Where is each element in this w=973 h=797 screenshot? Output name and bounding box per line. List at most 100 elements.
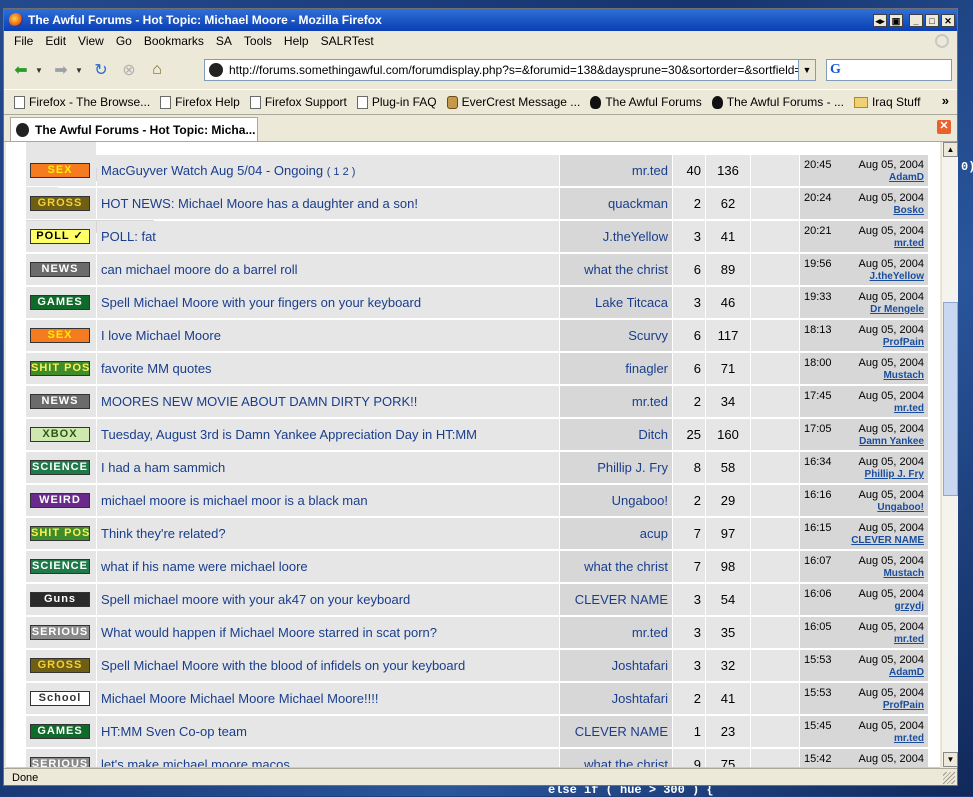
home-icon[interactable]: ⌂ — [146, 59, 168, 81]
url-dropdown-icon[interactable]: ▼ — [798, 60, 815, 80]
bookmark-item[interactable]: The Awful Forums - ... — [711, 95, 844, 109]
scroll-thumb[interactable] — [943, 302, 958, 496]
close-button[interactable]: ✕ — [941, 13, 955, 27]
thread-title-link[interactable]: I had a ham sammich — [101, 460, 225, 475]
vertical-scrollbar[interactable]: ▲ ▼ — [941, 142, 958, 767]
address-bar[interactable]: http://forums.somethingawful.com/forumdi… — [204, 59, 816, 81]
last-poster-link[interactable]: Phillip J. Fry — [865, 469, 924, 480]
last-poster-link[interactable]: ProfPain — [883, 700, 924, 711]
scroll-down-icon[interactable]: ▼ — [943, 752, 958, 767]
last-poster-link[interactable]: Damn Yankee — [859, 436, 924, 447]
thread-author[interactable]: quackman — [608, 196, 668, 211]
thread-title-link[interactable]: HOT NEWS: Michael Moore has a daughter a… — [101, 196, 418, 211]
thread-author[interactable]: acup — [640, 526, 668, 541]
bookmark-item[interactable]: Firefox Help — [160, 95, 240, 109]
thread-title-link[interactable]: Spell michael moore with your ak47 on yo… — [101, 592, 410, 607]
last-poster-link[interactable]: mr.ted — [894, 634, 924, 645]
thread-author[interactable]: what the christ — [584, 757, 668, 767]
last-poster-link[interactable]: mr.ted — [894, 238, 924, 249]
bookmark-item[interactable]: Plug-in FAQ — [356, 95, 437, 109]
thread-title-link[interactable]: can michael moore do a barrel roll — [101, 262, 298, 277]
thread-title-link[interactable]: HT:MM Sven Co-op team — [101, 724, 247, 739]
thread-author[interactable]: Ditch — [638, 427, 668, 442]
thread-title-link[interactable]: michael moore is michael moor is a black… — [101, 493, 368, 508]
thread-title-link[interactable]: Michael Moore Michael Moore Michael Moor… — [101, 691, 378, 706]
back-dropdown-icon[interactable]: ▼ — [34, 59, 44, 81]
last-poster-link[interactable]: Ungaboo! — [877, 502, 924, 513]
thread-title-link[interactable]: I love Michael Moore — [101, 328, 221, 343]
menu-edit[interactable]: Edit — [45, 34, 66, 48]
thread-title-link[interactable]: Tuesday, August 3rd is Damn Yankee Appre… — [101, 427, 477, 442]
thread-title-link[interactable]: Spell Michael Moore with your fingers on… — [101, 295, 421, 310]
last-poster-link[interactable]: CLEVER NAME — [851, 535, 924, 546]
thread-author[interactable]: what the christ — [584, 559, 668, 574]
resize-grip-icon[interactable] — [943, 772, 955, 784]
thread-title-link[interactable]: MOORES NEW MOVIE ABOUT DAMN DIRTY PORK!! — [101, 394, 417, 409]
thread-title-link[interactable]: what if his name were michael loore — [101, 559, 308, 574]
thread-author[interactable]: mr.ted — [632, 625, 668, 640]
back-arrow-icon[interactable]: ⬅ — [10, 59, 32, 81]
thread-title-link[interactable]: favorite MM quotes — [101, 361, 212, 376]
thread-title-link[interactable]: What would happen if Michael Moore starr… — [101, 625, 437, 640]
menu-salrtest[interactable]: SALRTest — [321, 34, 374, 48]
title-bar[interactable]: The Awful Forums - Hot Topic: Michael Mo… — [4, 9, 957, 31]
maximize-button[interactable]: □ — [925, 13, 939, 27]
thread-author[interactable]: Joshtafari — [612, 691, 668, 706]
forward-dropdown-icon[interactable]: ▼ — [74, 59, 84, 81]
thread-title-link[interactable]: POLL: fat — [101, 229, 156, 244]
stop-icon[interactable]: ⊗ — [118, 59, 140, 81]
tab-awful-forums[interactable]: The Awful Forums - Hot Topic: Micha... — [10, 117, 258, 141]
thread-author[interactable]: CLEVER NAME — [575, 724, 668, 739]
thread-pages[interactable]: ( 1 2 ) — [327, 166, 356, 178]
bookmark-item[interactable]: Firefox Support — [249, 95, 347, 109]
last-poster-link[interactable]: AdamD — [889, 667, 924, 678]
search-box[interactable]: G — [826, 59, 952, 81]
thread-author[interactable]: finagler — [625, 361, 668, 376]
bookmark-item[interactable]: Iraq Stuff — [853, 95, 920, 109]
last-poster-link[interactable]: Mustach — [883, 568, 924, 579]
scroll-up-icon[interactable]: ▲ — [943, 142, 958, 157]
thread-author[interactable]: Ungaboo! — [612, 493, 668, 508]
bookmarks-overflow-icon[interactable]: » — [942, 93, 949, 108]
thread-author[interactable]: Scurvy — [628, 328, 668, 343]
thread-author[interactable]: CLEVER NAME — [575, 592, 668, 607]
last-poster-link[interactable]: AdamD — [889, 172, 924, 183]
last-poster-link[interactable]: Mustach — [883, 370, 924, 381]
last-poster-link[interactable]: mr.ted — [894, 403, 924, 414]
menu-help[interactable]: Help — [284, 34, 309, 48]
forward-arrow-icon[interactable]: ➡ — [50, 59, 72, 81]
last-poster-link[interactable]: Dr Mengele — [870, 304, 924, 315]
thread-title-link[interactable]: MacGuyver Watch Aug 5/04 - Ongoing — [101, 163, 323, 178]
thread-author[interactable]: Lake Titcaca — [595, 295, 668, 310]
google-icon[interactable]: G — [830, 62, 841, 78]
url-text[interactable]: http://forums.somethingawful.com/forumdi… — [229, 63, 798, 77]
menu-sa[interactable]: SA — [216, 34, 232, 48]
thread-title-link[interactable]: Spell Michael Moore with the blood of in… — [101, 658, 465, 673]
last-poster-link[interactable]: grzydj — [895, 601, 924, 612]
pin-icon[interactable]: ▣ — [889, 13, 903, 27]
thread-author[interactable]: Phillip J. Fry — [597, 460, 668, 475]
thread-title-link[interactable]: let's make michael moore macos — [101, 757, 290, 767]
last-poster-link[interactable]: ProfPain — [883, 337, 924, 348]
minimize-button[interactable]: _ — [909, 13, 923, 27]
menu-view[interactable]: View — [78, 34, 104, 48]
thread-title-link[interactable]: Think they're related? — [101, 526, 226, 541]
thread-author[interactable]: mr.ted — [632, 394, 668, 409]
reload-icon[interactable]: ↻ — [90, 59, 112, 81]
thread-author[interactable]: mr.ted — [632, 163, 668, 178]
bookmark-item[interactable]: The Awful Forums — [590, 95, 702, 109]
last-poster-link[interactable]: J.theYellow — [870, 271, 924, 282]
thread-author[interactable]: J.theYellow — [603, 229, 668, 244]
last-poster-link[interactable]: Bosko — [893, 205, 924, 216]
menu-tools[interactable]: Tools — [244, 34, 272, 48]
bookmark-item[interactable]: Firefox - The Browse... — [14, 95, 150, 109]
restore-small-icon[interactable]: ◂▸ — [873, 13, 887, 27]
thread-author[interactable]: what the christ — [584, 262, 668, 277]
last-poster-link[interactable]: mr.ted — [894, 733, 924, 744]
thread-author[interactable]: Joshtafari — [612, 658, 668, 673]
tab-close-icon[interactable]: ✕ — [937, 120, 951, 134]
menu-go[interactable]: Go — [116, 34, 132, 48]
bookmark-item[interactable]: EverCrest Message ... — [446, 95, 580, 109]
menu-file[interactable]: File — [14, 34, 33, 48]
menu-bookmarks[interactable]: Bookmarks — [144, 34, 204, 48]
